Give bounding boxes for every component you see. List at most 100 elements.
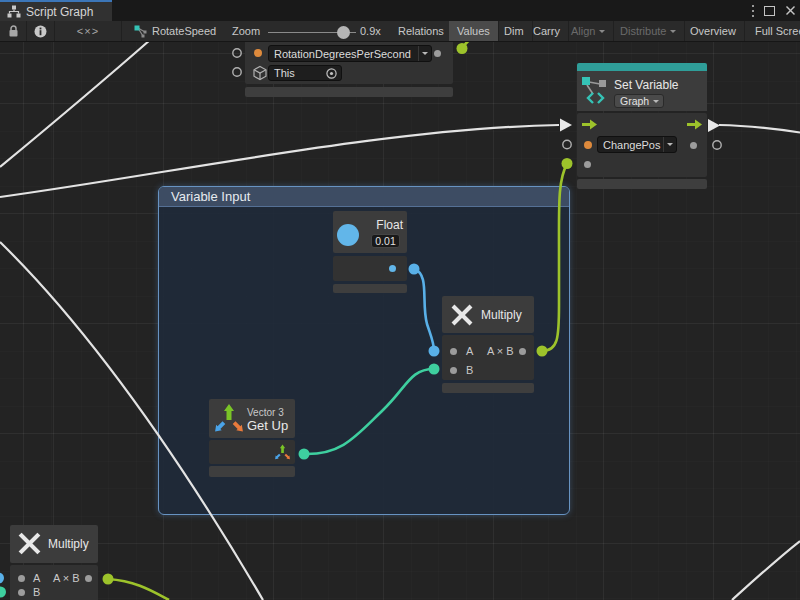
flow-arrowhead-in <box>560 119 572 132</box>
wire-end-teal[interactable] <box>0 587 6 598</box>
chevron-down-icon <box>653 100 659 106</box>
code-view-button[interactable]: <×> <box>55 21 122 41</box>
port-dot-b[interactable] <box>450 367 457 374</box>
values-button[interactable]: Values <box>449 21 499 41</box>
variable-name-dropdown[interactable]: RotationDegreesPerSecond <box>268 45 432 62</box>
multiply-icon <box>450 303 474 327</box>
wire-end-lime[interactable] <box>537 346 548 357</box>
wire-blue-float-to-multiply[interactable] <box>414 269 434 351</box>
titlebar-top-edge <box>0 0 800 2</box>
wire-end-teal[interactable] <box>299 449 310 460</box>
float-type-icon <box>337 224 359 246</box>
multiply-icon <box>17 531 42 556</box>
target-value: This <box>269 67 325 79</box>
wire-lime-multiply-bottom-out[interactable] <box>108 579 169 600</box>
node-title: Get Up <box>247 418 288 433</box>
title-bar: Script Graph <box>0 0 800 21</box>
tab-script-graph[interactable]: Script Graph <box>0 2 112 21</box>
align-button[interactable]: Align <box>563 21 614 41</box>
port-circle[interactable] <box>713 141 721 149</box>
wire-end-blue[interactable] <box>409 264 420 275</box>
zoom-value: 0.9x <box>360 25 381 37</box>
port-circle[interactable] <box>563 140 571 148</box>
port-circle[interactable] <box>233 49 241 57</box>
vector3-output-icon[interactable] <box>274 444 290 460</box>
values-label: Values <box>457 25 490 37</box>
port-dot-result[interactable] <box>519 348 526 355</box>
flow-out-arrow-icon[interactable] <box>687 119 702 130</box>
wire-end-lime[interactable] <box>457 43 468 54</box>
wire-lime-multiply-to-setvariable[interactable] <box>542 164 567 351</box>
distribute-button[interactable]: Distribute <box>612 21 685 41</box>
lock-icon <box>8 25 19 38</box>
info-button[interactable] <box>27 21 55 41</box>
port-dot-output[interactable] <box>690 142 697 149</box>
wire-white-1[interactable] <box>0 40 150 167</box>
port-circle[interactable] <box>233 68 241 76</box>
node-title: Multiply <box>48 537 89 551</box>
align-label: Align <box>571 25 595 37</box>
wire-end-blue[interactable] <box>429 346 440 357</box>
float-value-field[interactable]: 0.01 <box>371 234 400 248</box>
wire-end-lime[interactable] <box>103 574 114 585</box>
maximize-icon[interactable] <box>764 6 775 16</box>
wire-end-blue[interactable] <box>0 573 4 584</box>
wire-end-teal[interactable] <box>429 364 440 375</box>
full-screen-label: Full Screen <box>755 25 800 37</box>
relations-button[interactable]: Relations <box>390 21 453 41</box>
rotate-speed-label[interactable]: RotateSpeed <box>152 25 216 37</box>
chevron-down-icon <box>599 30 605 36</box>
object-picker-icon[interactable] <box>325 67 338 80</box>
port-dot-input[interactable] <box>584 161 591 168</box>
wire-white-2[interactable] <box>0 125 559 197</box>
port-label-a: A <box>33 572 40 584</box>
port-label-b: B <box>33 586 40 598</box>
distribute-label: Distribute <box>620 25 666 37</box>
port-label-a: A <box>466 345 473 357</box>
node-title: Set Variable <box>614 78 678 92</box>
carry-label: Carry <box>533 25 560 37</box>
relations-label: Relations <box>398 25 444 37</box>
port-dot-output[interactable] <box>434 50 441 57</box>
info-icon <box>34 25 47 38</box>
overview-button[interactable]: Overview <box>682 21 745 41</box>
port-dot-output[interactable] <box>389 265 396 272</box>
flow-in-arrow-icon[interactable] <box>582 119 597 130</box>
chevron-down-icon[interactable] <box>418 46 431 61</box>
port-dot-result[interactable] <box>85 575 92 582</box>
dim-label: Dim <box>504 25 524 37</box>
lock-button[interactable] <box>0 21 27 41</box>
wire-white-3[interactable] <box>719 125 800 133</box>
node-title: Multiply <box>481 308 522 322</box>
port-dot-a[interactable] <box>450 348 457 355</box>
port-dot-a[interactable] <box>18 575 25 582</box>
variable-scope-dropdown[interactable]: Graph <box>614 94 664 108</box>
chevron-down-icon[interactable] <box>663 137 676 152</box>
variable-name-value: RotationDegreesPerSecond <box>269 48 418 60</box>
close-icon[interactable] <box>785 5 796 16</box>
port-label-result: A × B <box>53 572 80 584</box>
port-label-b: B <box>466 364 473 376</box>
tab-accent-line <box>0 0 112 2</box>
port-dot-b[interactable] <box>18 589 25 596</box>
window-controls <box>752 0 796 21</box>
set-variable-icon <box>580 75 612 107</box>
scope-value: Graph <box>615 95 653 107</box>
target-field[interactable]: This <box>268 65 342 81</box>
port-dot-variable[interactable] <box>254 49 262 57</box>
zoom-label: Zoom <box>232 25 260 37</box>
variable-name-dropdown[interactable]: ChangePos <box>597 136 677 153</box>
menu-kebab-icon[interactable] <box>752 10 754 12</box>
wire-end-lime[interactable] <box>562 158 573 169</box>
wire-teal-getup-to-multiply[interactable] <box>304 369 434 454</box>
port-label-result: A × B <box>487 345 514 357</box>
chevron-down-icon <box>670 30 676 36</box>
toolbar: <×> RotateSpeed Zoom 0.9x Relations Valu… <box>0 21 800 42</box>
port-dot-variable[interactable] <box>584 141 592 149</box>
zoom-slider-knob[interactable] <box>337 26 350 39</box>
wire-white-5[interactable] <box>732 541 800 600</box>
full-screen-button[interactable]: Full Screen <box>747 21 800 41</box>
flow-arrowhead-out <box>708 119 720 132</box>
window-chrome: Script Graph <box>0 0 800 42</box>
script-graph-window: Variable Input Rotation <box>0 0 800 600</box>
